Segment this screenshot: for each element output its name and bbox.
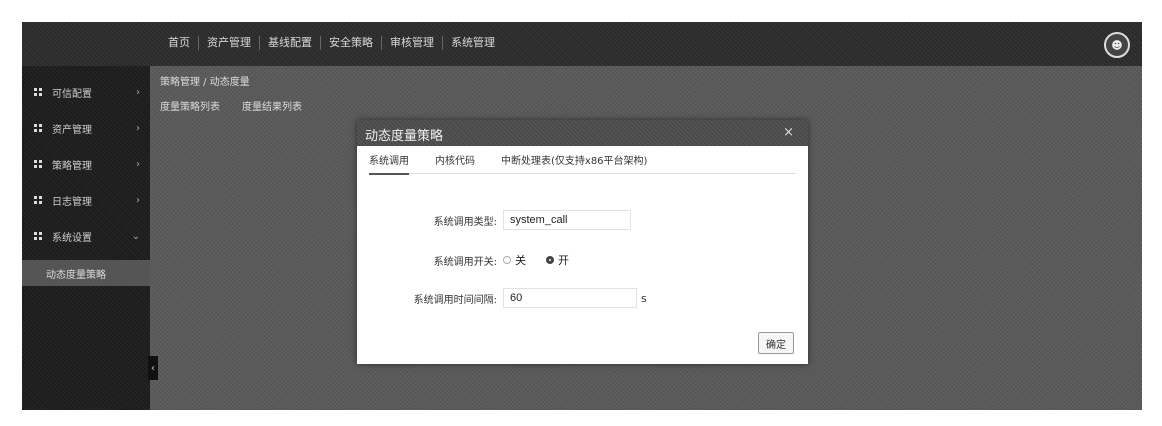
user-avatar-icon[interactable]: ☻ — [1104, 32, 1130, 58]
sidebar-item-assets[interactable]: 资产管理 › — [22, 110, 150, 146]
interval-unit: s — [641, 291, 647, 305]
radio-off[interactable] — [503, 256, 511, 264]
top-menu-item-audit[interactable]: 审核管理 — [382, 36, 443, 50]
syscall-type-row: 系统调用类型: — [357, 210, 631, 230]
app-window: 首页 资产管理 基线配置 安全策略 审核管理 系统管理 ☻ 可信配置 › 资产管… — [22, 22, 1142, 410]
top-menu-item-home[interactable]: 首页 — [160, 36, 199, 50]
sidebar-item-label: 系统设置 — [52, 232, 92, 244]
sidebar-item-trusted-config[interactable]: 可信配置 › — [22, 74, 150, 110]
top-menu-item-assets[interactable]: 资产管理 — [199, 36, 260, 50]
sidebar-item-label: 资产管理 — [52, 124, 92, 136]
background-tabs: 度量策略列表 度量结果列表 — [160, 98, 302, 113]
chevron-icon: › — [136, 194, 140, 206]
chevron-icon: › — [136, 86, 140, 98]
top-menu-item-baseline[interactable]: 基线配置 — [260, 36, 321, 50]
radio-off-label: 关 — [515, 254, 526, 267]
syscall-interval-field[interactable] — [503, 288, 637, 308]
sidebar-item-settings[interactable]: 系统设置 ⌄ — [22, 218, 150, 254]
sidebar-item-policy[interactable]: 策略管理 › — [22, 146, 150, 182]
syscall-interval-row: 系统调用时间间隔: s — [357, 288, 647, 308]
dialog-title: 动态度量策略 — [365, 129, 444, 144]
chevron-icon: › — [136, 122, 140, 134]
sidebar-item-logs[interactable]: 日志管理 › — [22, 182, 150, 218]
grid-icon — [34, 232, 42, 240]
breadcrumb: 策略管理 / 动态度量 — [160, 77, 250, 88]
radio-on-label: 开 — [558, 254, 569, 267]
top-menu-item-system[interactable]: 系统管理 — [443, 36, 503, 50]
grid-icon — [34, 124, 42, 132]
grid-icon — [34, 196, 42, 204]
sidebar-subitem-active[interactable]: 动态度量策略 — [22, 260, 150, 286]
tab-syscall[interactable]: 系统调用 — [369, 153, 409, 175]
tab-kernel-code[interactable]: 内核代码 — [435, 153, 475, 173]
tab-policy-list[interactable]: 度量策略列表 — [160, 98, 220, 113]
top-nav: 首页 资产管理 基线配置 安全策略 审核管理 系统管理 ☻ — [22, 22, 1142, 66]
syscall-type-field[interactable] — [503, 210, 631, 230]
sidebar-item-label: 策略管理 — [52, 160, 92, 172]
dialog-tabs: 系统调用 内核代码 中断处理表(仅支持x86平台架构) — [369, 153, 796, 175]
top-menu-item-security-policy[interactable]: 安全策略 — [321, 36, 382, 50]
sidebar: 可信配置 › 资产管理 › 策略管理 › 日志管理 › 系统设置 ⌄ 动态度量策… — [22, 66, 150, 410]
syscall-switch-label: 系统调用开关: — [433, 256, 497, 268]
close-icon[interactable]: × — [783, 125, 794, 140]
chevron-down-icon: ⌄ — [131, 230, 140, 242]
chevron-icon: › — [136, 158, 140, 170]
syscall-interval-label: 系统调用时间间隔: — [413, 294, 497, 306]
radio-on[interactable] — [546, 256, 554, 264]
grid-icon — [34, 88, 42, 96]
syscall-switch-radio-group: 关 开 — [503, 252, 569, 268]
top-menu: 首页 资产管理 基线配置 安全策略 审核管理 系统管理 — [160, 36, 503, 50]
syscall-type-label: 系统调用类型: — [433, 216, 497, 228]
syscall-switch-row: 系统调用开关: 关 开 — [357, 252, 569, 268]
sidebar-item-label: 可信配置 — [52, 88, 92, 100]
sidebar-collapse-handle[interactable]: ‹ — [148, 356, 158, 380]
sidebar-item-label: 日志管理 — [52, 196, 92, 208]
grid-icon — [34, 160, 42, 168]
policy-dialog: 动态度量策略 × 系统调用 内核代码 中断处理表(仅支持x86平台架构) 系统调… — [357, 120, 808, 364]
tab-interrupt-table[interactable]: 中断处理表(仅支持x86平台架构) — [501, 153, 647, 173]
tab-result-list[interactable]: 度量结果列表 — [242, 98, 302, 113]
dialog-header: 动态度量策略 × — [357, 120, 808, 146]
ok-button[interactable]: 确定 — [758, 332, 794, 354]
